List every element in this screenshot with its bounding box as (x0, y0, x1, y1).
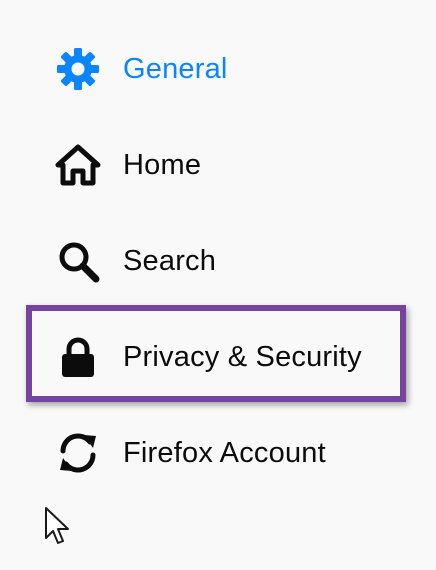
sidebar-item-label: General (123, 52, 228, 85)
sidebar-item-label: Firefox Account (123, 436, 326, 469)
search-icon (55, 238, 101, 284)
gear-icon (55, 46, 101, 92)
sidebar-item-home[interactable]: Home (55, 139, 201, 191)
sidebar-item-privacy-security[interactable]: Privacy & Security (55, 331, 362, 383)
lock-icon (55, 334, 101, 380)
mouse-cursor-icon (44, 506, 72, 548)
sidebar-item-label: Search (123, 244, 217, 277)
preferences-sidebar: General Home Search Privacy & Security F… (0, 0, 436, 570)
home-icon (55, 142, 101, 188)
sidebar-item-firefox-account[interactable]: Firefox Account (55, 427, 326, 479)
sync-icon (55, 430, 101, 476)
sidebar-item-general[interactable]: General (55, 43, 228, 95)
sidebar-item-search[interactable]: Search (55, 235, 216, 287)
sidebar-item-label: Privacy & Security (123, 340, 362, 373)
sidebar-item-label: Home (123, 148, 202, 181)
